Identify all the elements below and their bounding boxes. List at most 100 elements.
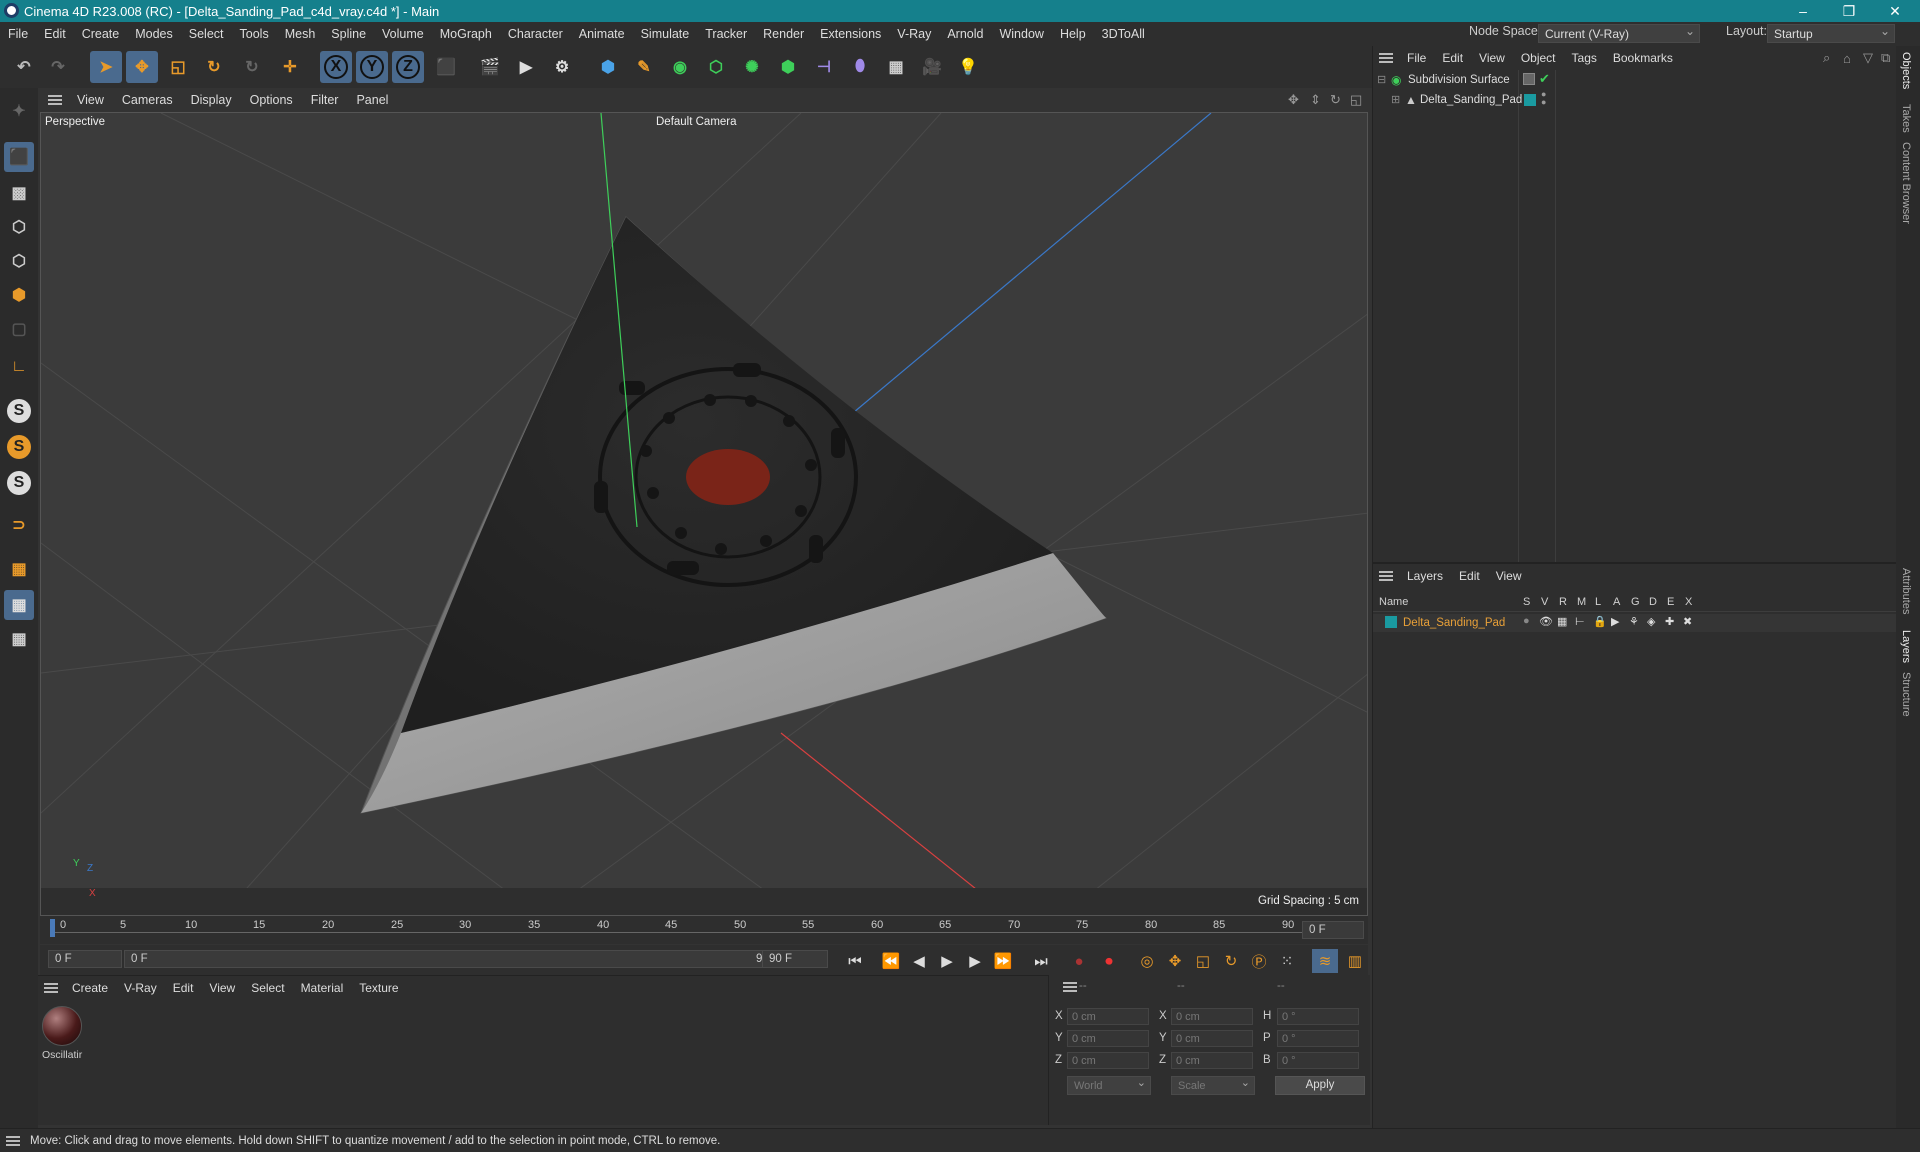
position-z-field[interactable]: 0 cm <box>1067 1052 1149 1069</box>
material-menu-icon[interactable] <box>44 983 58 993</box>
end-frame-field[interactable]: 90 F <box>762 950 828 968</box>
key-param-icon[interactable]: Ⓟ <box>1246 949 1272 973</box>
locked-workplane-icon[interactable]: ▦ <box>4 624 34 654</box>
material-menu-edit[interactable]: Edit <box>165 981 202 995</box>
object-new-window-icon[interactable]: ⧉ <box>1881 50 1890 66</box>
goto-start-icon[interactable]: ⏮ <box>842 949 868 973</box>
generators-toggle-icon[interactable]: ⚘ <box>1629 615 1639 628</box>
object-menu-tags[interactable]: Tags <box>1564 51 1605 65</box>
expand-icon[interactable]: ⊞ <box>1391 93 1400 106</box>
viewport-menu-options[interactable]: Options <box>241 93 302 107</box>
object-menu-icon[interactable] <box>1379 53 1393 63</box>
uv-mode-icon[interactable]: ▢ <box>4 314 34 344</box>
menu-file[interactable]: File <box>0 27 36 41</box>
rotation-h-field[interactable]: 0 ° <box>1277 1008 1359 1025</box>
frame-range-slider[interactable]: 0 F 90 F <box>124 950 786 968</box>
light-icon[interactable]: 💡 <box>952 51 984 83</box>
3d-viewport[interactable]: Perspective Default Camera Grid Spacing … <box>40 112 1368 916</box>
material-menu-create[interactable]: Create <box>64 981 116 995</box>
generator-icon[interactable]: ⬡ <box>700 51 732 83</box>
axis-z-lock-button[interactable]: Z <box>392 51 424 83</box>
layer-color-swatch[interactable] <box>1385 616 1397 628</box>
object-menu-file[interactable]: File <box>1399 51 1434 65</box>
menu-arnold[interactable]: Arnold <box>939 27 991 41</box>
start-frame-field[interactable]: 0 F <box>48 950 122 968</box>
pen-icon[interactable]: ✎ <box>628 51 660 83</box>
cloner-icon[interactable]: ✺ <box>736 51 768 83</box>
render-picture-viewer-icon[interactable]: ▶ <box>510 51 542 83</box>
camera-icon[interactable]: 🎥 <box>916 51 948 83</box>
tab-structure[interactable]: Structure <box>1900 672 1912 717</box>
key-rotation-icon[interactable]: ↻ <box>1218 949 1244 973</box>
menu-edit[interactable]: Edit <box>36 27 74 41</box>
minimize-button[interactable]: – <box>1780 0 1826 22</box>
object-home-icon[interactable]: ⌂ <box>1843 51 1851 66</box>
menu-create[interactable]: Create <box>74 27 128 41</box>
viewport-menu-view[interactable]: View <box>68 93 113 107</box>
layer-menu-edit[interactable]: Edit <box>1451 569 1488 583</box>
magnet-icon[interactable]: ⊃ <box>4 510 34 540</box>
field-icon[interactable]: ⬮ <box>844 51 876 83</box>
timeline-ruler[interactable]: 0 5 10 15 20 25 30 35 40 45 50 55 60 65 … <box>40 916 1368 944</box>
position-y-field[interactable]: 0 cm <box>1067 1030 1149 1047</box>
menu-animate[interactable]: Animate <box>571 27 633 41</box>
texture-mode-icon[interactable]: ▩ <box>4 178 34 208</box>
deformers-toggle-icon[interactable]: ◈ <box>1647 615 1655 628</box>
render-view-icon[interactable]: 🎬 <box>474 51 506 83</box>
object-row-subdivision[interactable]: ⊟ ◉ Subdivision Surface ✔ <box>1373 71 1897 90</box>
object-menu-object[interactable]: Object <box>1513 51 1564 65</box>
lock-icon[interactable]: 🔒 <box>1593 615 1607 628</box>
solo-toggle-icon[interactable]: ● <box>1523 615 1530 627</box>
tab-takes[interactable]: Takes <box>1900 104 1912 133</box>
layer-menu-icon[interactable] <box>1379 571 1393 581</box>
recent-tool-icon[interactable]: ↻ <box>236 51 268 83</box>
object-menu-bookmarks[interactable]: Bookmarks <box>1605 51 1681 65</box>
size-z-field[interactable]: 0 cm <box>1171 1052 1253 1069</box>
layer-menu-view[interactable]: View <box>1488 569 1530 583</box>
polygon-mode-icon[interactable]: ⬢ <box>4 280 34 310</box>
axis-mode-icon[interactable]: ∟ <box>4 352 34 382</box>
viewport-menu-panel[interactable]: Panel <box>347 93 397 107</box>
object-filter-icon[interactable]: ▽ <box>1863 50 1873 66</box>
scale-icon[interactable]: ◱ <box>162 51 194 83</box>
menu-3dtoall[interactable]: 3DToAll <box>1094 27 1153 41</box>
select-arrow-icon[interactable]: ➤ <box>90 51 122 83</box>
render-settings-icon[interactable]: ⚙ <box>546 51 578 83</box>
workplane-icon[interactable]: ▦ <box>4 554 34 584</box>
timeline-icon[interactable]: ≋ <box>1312 949 1338 973</box>
current-frame-field[interactable]: 0 F <box>1302 921 1364 939</box>
menu-spline[interactable]: Spline <box>323 27 374 41</box>
visibility-eye-icon[interactable]: 👁 <box>1539 615 1553 628</box>
object-row-delta-sanding-pad[interactable]: ⊞ ▲ Delta_Sanding_Pad ● ● <box>1373 90 1897 110</box>
tab-objects[interactable]: Objects <box>1900 52 1912 89</box>
grid-icon[interactable]: ▦ <box>4 590 34 620</box>
apply-button[interactable]: Apply <box>1275 1076 1365 1095</box>
snap-settings-icon[interactable]: S <box>4 432 34 462</box>
material-menu-texture[interactable]: Texture <box>351 981 406 995</box>
expressions-toggle-icon[interactable]: ✚ <box>1665 615 1674 628</box>
menu-tracker[interactable]: Tracker <box>697 27 755 41</box>
coordinate-system-icon[interactable]: ⬛ <box>430 51 462 83</box>
floor-icon[interactable]: ▦ <box>880 51 912 83</box>
material-menu-select[interactable]: Select <box>243 981 292 995</box>
prev-frame-icon[interactable]: ◀ <box>906 949 932 973</box>
key-scale-icon[interactable]: ◱ <box>1190 949 1216 973</box>
close-button[interactable]: ✕ <box>1872 0 1918 22</box>
material-swatch[interactable]: Oscillatir <box>42 1006 86 1066</box>
keyframe-selection-icon[interactable]: ◎ <box>1134 949 1160 973</box>
coordinate-icon[interactable]: ✛ <box>274 51 306 83</box>
timeline-playhead[interactable] <box>50 919 55 937</box>
viewport-maximize-icon[interactable]: ◱ <box>1350 92 1362 108</box>
viewport-move-icon[interactable]: ✥ <box>1288 92 1299 108</box>
enabled-check-icon[interactable]: ✔ <box>1539 71 1550 87</box>
undo-icon[interactable]: ↶ <box>8 51 40 83</box>
make-editable-icon[interactable]: ✦ <box>4 96 34 126</box>
prev-key-icon[interactable]: ⏪ <box>878 949 904 973</box>
viewport-menu-icon[interactable] <box>48 95 62 105</box>
size-x-field[interactable]: 0 cm <box>1171 1008 1253 1025</box>
play-icon[interactable]: ▶ <box>934 949 960 973</box>
coord-space-select[interactable]: World <box>1067 1075 1151 1095</box>
viewport-menu-cameras[interactable]: Cameras <box>113 93 182 107</box>
menu-vray[interactable]: V-Ray <box>889 27 939 41</box>
visibility-dots-icon[interactable]: ● ● <box>1541 90 1546 107</box>
